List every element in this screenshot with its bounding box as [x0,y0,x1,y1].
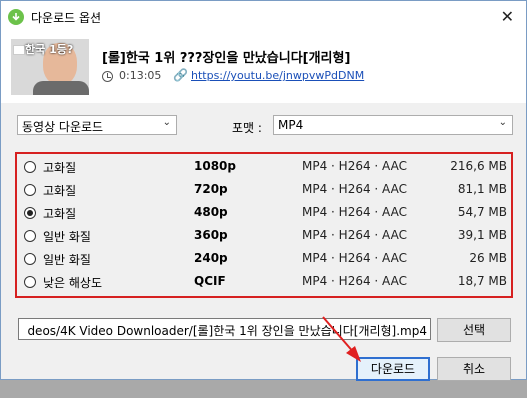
annotation-arrow [322,316,361,362]
download-options-dialog: 다운로드 옵션 ✕ 한국 1등? [롤]한국 1위 ???장인을 만났습니다[개… [0,0,527,381]
